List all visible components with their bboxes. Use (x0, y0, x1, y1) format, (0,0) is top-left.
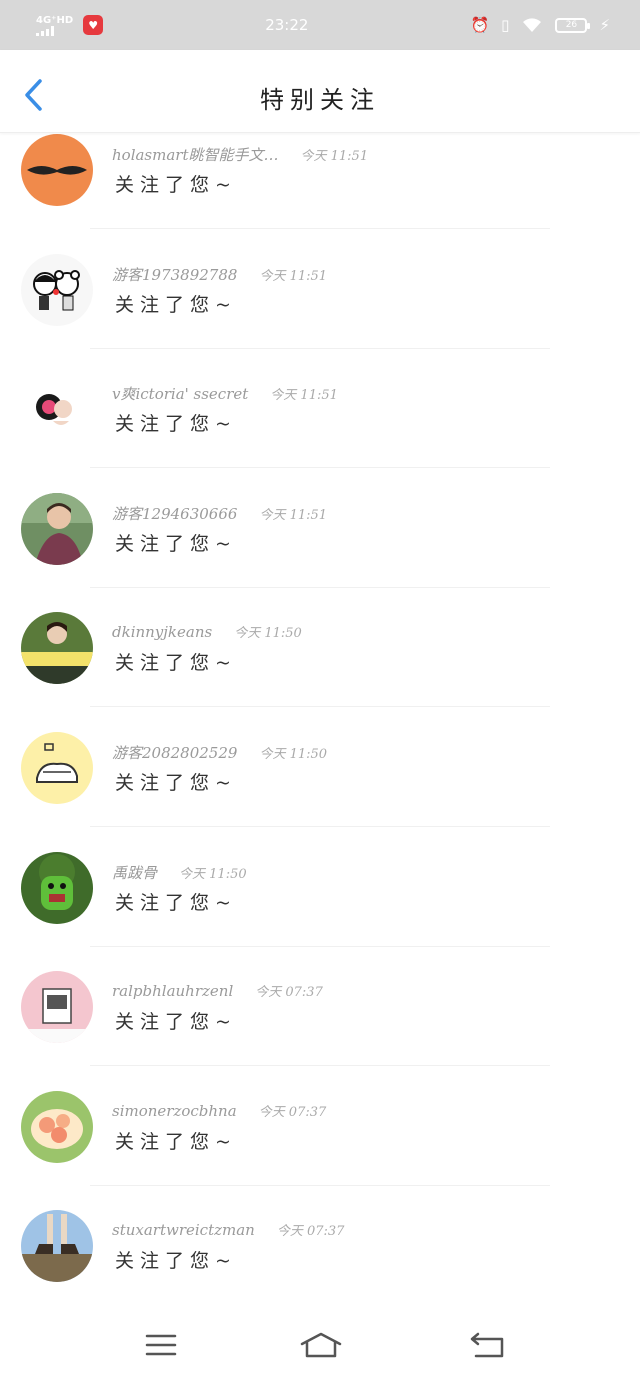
follow-time: 今天 11:51 (259, 507, 328, 523)
follow-message: 关注了您~ (115, 891, 237, 914)
avatar[interactable] (21, 612, 93, 685)
follower-name[interactable]: dkinnyjkeans (112, 623, 212, 641)
list-item[interactable]: 游客2082802529 今天 11:50 关注了您~ (0, 730, 640, 850)
follow-time: 今天 11:50 (234, 626, 302, 642)
status-right: ⏰ ▯ 26 ⚡ (470, 16, 610, 34)
avatar[interactable] (21, 1210, 93, 1283)
avatar[interactable] (21, 492, 93, 565)
divider (90, 228, 550, 229)
list-item[interactable]: 禹跋骨 今天 11:50 关注了您~ (0, 850, 640, 970)
divider (90, 586, 550, 588)
follower-name[interactable]: 禹跋骨 (112, 862, 157, 883)
status-bar: 4G⁺HD ♥ 23:22 ⏰ ▯ 26 ⚡ (0, 0, 640, 50)
battery-level: 26 (565, 20, 578, 30)
follower-name[interactable]: stuxartwreictzman (112, 1221, 255, 1239)
follow-message: 关注了您~ (115, 1250, 237, 1273)
follower-name[interactable]: v爽ictoria' ssecret (112, 383, 248, 404)
follow-message: 关注了您~ (115, 413, 237, 436)
follow-message: 关注了您~ (115, 1130, 237, 1153)
follower-name[interactable]: 游客1973892788 (112, 264, 237, 285)
avatar[interactable] (21, 134, 93, 206)
follower-name[interactable]: simonerzocbhna (112, 1102, 237, 1120)
follower-name[interactable]: holasmart眺智能手文… (112, 144, 279, 165)
header-bar: 特别关注 (0, 50, 640, 133)
divider (90, 467, 550, 469)
return-icon (470, 1332, 504, 1358)
list-item[interactable]: holasmart眺智能手文… 今天 11:51 关注了您~ (0, 132, 640, 252)
alarm-icon: ⏰ (470, 16, 490, 34)
menu-icon (145, 1334, 177, 1356)
page-title: 特别关注 (260, 86, 380, 114)
follower-name[interactable]: ralpbhlauhrzenl (112, 982, 233, 1000)
divider (90, 945, 550, 947)
follow-message: 关注了您~ (115, 771, 237, 794)
app-notification-icon: ♥ (83, 15, 104, 35)
follow-time: 今天 07:37 (255, 985, 323, 1001)
follow-message: 关注了您~ (115, 1011, 237, 1034)
avatar[interactable] (21, 851, 93, 924)
divider (90, 1065, 550, 1067)
follower-name[interactable]: 游客2082802529 (112, 742, 237, 763)
list-item[interactable]: ralpbhlauhrzenl 今天 07:37 关注了您~ (0, 969, 640, 1089)
follower-name[interactable]: 游客1294630666 (112, 503, 237, 524)
vibrate-icon: ▯ (501, 16, 510, 34)
divider (90, 1184, 550, 1186)
list-item[interactable]: 游客1294630666 今天 11:51 关注了您~ (0, 491, 640, 611)
list-item[interactable]: v爽ictoria' ssecret 今天 11:51 关注了您~ (0, 371, 640, 491)
menu-button[interactable] (141, 1330, 181, 1360)
follow-message: 关注了您~ (115, 532, 237, 555)
avatar[interactable] (21, 373, 93, 446)
list-item[interactable]: 游客1973892788 今天 11:51 关注了您~ (0, 252, 640, 372)
follow-time: 今天 11:51 (259, 268, 328, 284)
follow-message: 关注了您~ (115, 174, 237, 196)
signal-icon: 4G⁺HD (36, 15, 73, 36)
follow-message: 关注了您~ (115, 293, 237, 316)
network-type: 4G⁺HD (36, 14, 74, 26)
list-item[interactable]: dkinnyjkeans 今天 11:50 关注了您~ (0, 610, 640, 730)
home-icon (300, 1332, 342, 1358)
battery-icon: 26 (555, 17, 591, 33)
follow-time: 今天 11:51 (270, 388, 338, 404)
charging-icon: ⚡ (599, 16, 610, 34)
follow-message: 关注了您~ (115, 652, 237, 675)
follow-list: holasmart眺智能手文… 今天 11:51 关注了您~ 游客19738927… (0, 132, 640, 1328)
avatar[interactable] (21, 253, 93, 326)
list-item[interactable]: simonerzocbhna 今天 07:37 关注了您~ (0, 1089, 640, 1209)
home-button[interactable] (299, 1330, 343, 1360)
avatar[interactable] (21, 731, 93, 804)
divider (90, 347, 550, 349)
system-nav-bar (0, 1302, 640, 1387)
avatar[interactable] (21, 971, 93, 1044)
status-left: 4G⁺HD ♥ (36, 15, 104, 36)
follow-time: 今天 11:50 (259, 746, 328, 762)
back-nav-button[interactable] (468, 1330, 508, 1360)
wifi-icon (523, 18, 542, 32)
divider (90, 825, 550, 827)
avatar[interactable] (21, 1090, 93, 1163)
status-time: 23:22 (265, 16, 309, 34)
follow-time: 今天 11:51 (300, 149, 369, 164)
follow-time: 今天 07:37 (258, 1104, 327, 1120)
follow-time: 今天 07:37 (276, 1224, 345, 1240)
follow-time: 今天 11:50 (179, 866, 247, 882)
divider (90, 706, 550, 708)
